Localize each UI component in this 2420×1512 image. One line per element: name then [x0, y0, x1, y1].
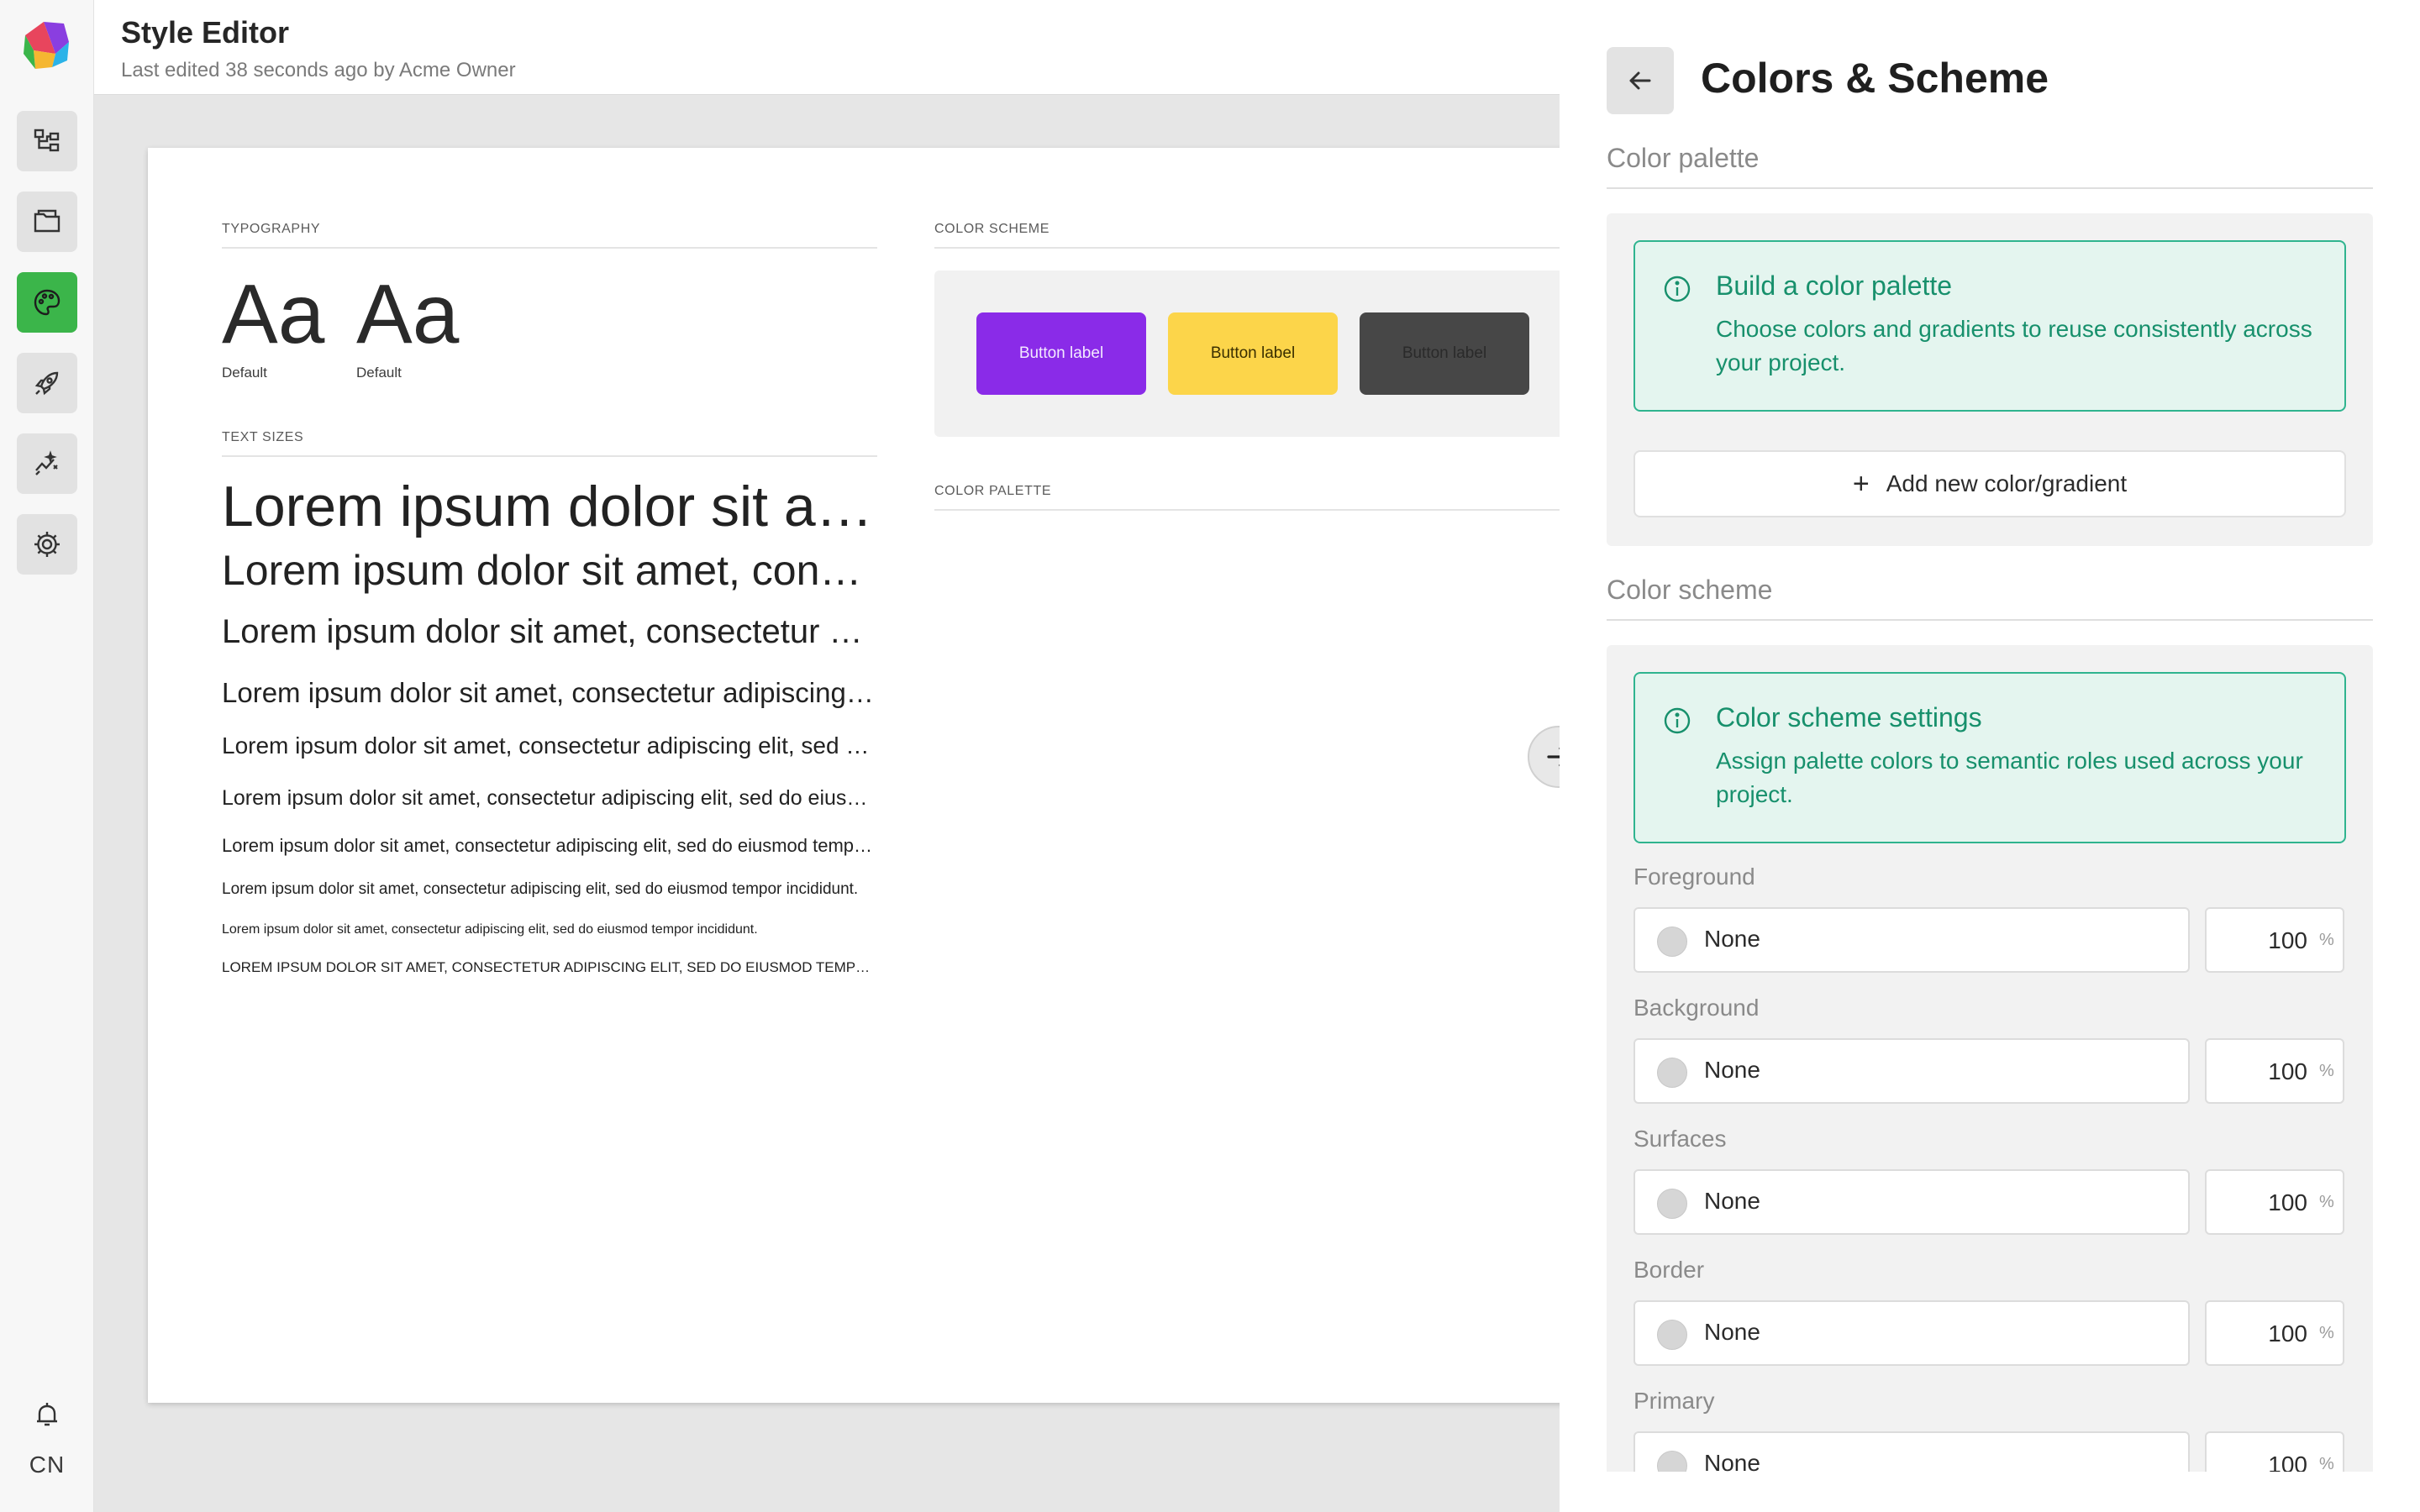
- percent-unit: %: [2319, 1062, 2334, 1080]
- background-opacity-input[interactable]: [2215, 1055, 2307, 1089]
- last-edited-text: Last edited 38 seconds ago by Acme Owner: [121, 59, 516, 81]
- back-button[interactable]: [1607, 47, 1674, 114]
- color-scheme-preview: Button label Button label Button label: [934, 270, 1573, 437]
- color-swatch-icon: [1657, 927, 1687, 957]
- text-size-sample-4[interactable]: Lorem ipsum dolor sit amet, consectetur …: [222, 677, 877, 709]
- text-sizes-label: TEXT SIZES: [222, 430, 877, 457]
- style-preview-canvas: TYPOGRAPHY Aa Default Aa Default TEXT SI…: [148, 148, 1573, 1403]
- surfaces-opacity-input[interactable]: [2215, 1186, 2307, 1220]
- scheme-info-box: Color scheme settings Assign palette col…: [1634, 672, 2346, 843]
- sitemap-button[interactable]: [17, 111, 77, 171]
- foreground-label: Foreground: [1634, 864, 1755, 890]
- border-opacity-field[interactable]: %: [2205, 1300, 2344, 1366]
- typography-label: TYPOGRAPHY: [222, 222, 877, 249]
- user-avatar[interactable]: CN: [0, 1452, 94, 1478]
- background-opacity-field[interactable]: %: [2205, 1038, 2344, 1104]
- text-size-sample-3[interactable]: Lorem ipsum dolor sit amet, consectetur …: [222, 613, 877, 651]
- panel-bottom-edge: [1560, 1472, 2420, 1512]
- pages-button[interactable]: [17, 192, 77, 252]
- color-swatch-icon: [1657, 1320, 1687, 1350]
- body-font-caption: Default: [356, 365, 402, 381]
- info-icon: [1664, 707, 1691, 734]
- border-label: Border: [1634, 1257, 1705, 1283]
- bell-icon[interactable]: [32, 1399, 62, 1430]
- styles-button[interactable]: [17, 272, 77, 333]
- pages-icon: [34, 209, 60, 233]
- tertiary-button-sample[interactable]: Button label: [1360, 312, 1529, 395]
- color-scheme-section-title: Color scheme: [1607, 575, 2373, 621]
- editor-header: Style Editor Last edited 38 seconds ago …: [94, 0, 1560, 95]
- foreground-color-select[interactable]: None: [1634, 907, 2190, 973]
- rocket-icon: [34, 371, 59, 396]
- percent-unit: %: [2319, 931, 2334, 949]
- gear-icon: [34, 532, 60, 557]
- arrow-left-icon: [1629, 71, 1651, 90]
- secondary-button-sample[interactable]: Button label: [1168, 312, 1338, 395]
- panel-title: Colors & Scheme: [1701, 55, 2049, 102]
- heading-font-sample[interactable]: Aa: [222, 272, 324, 356]
- palette-info-box: Build a color palette Choose colors and …: [1634, 240, 2346, 412]
- scheme-info-title: Color scheme settings: [1716, 702, 1982, 732]
- heading-font-caption: Default: [222, 365, 267, 381]
- page-title: Style Editor: [121, 15, 290, 50]
- text-size-sample-7[interactable]: Lorem ipsum dolor sit amet, consectetur …: [222, 835, 877, 857]
- text-size-sample-8[interactable]: Lorem ipsum dolor sit amet, consectetur …: [222, 880, 877, 899]
- plus-icon: +: [1852, 468, 1870, 500]
- settings-button[interactable]: [17, 514, 77, 575]
- scheme-info-body: Assign palette colors to semantic roles …: [1716, 748, 2303, 807]
- foreground-opacity-input[interactable]: [2215, 924, 2307, 958]
- border-color-select[interactable]: None: [1634, 1300, 2190, 1366]
- surfaces-opacity-field[interactable]: %: [2205, 1169, 2344, 1235]
- text-size-sample-9[interactable]: Lorem ipsum dolor sit amet, consectetur …: [222, 922, 877, 937]
- text-size-sample-1[interactable]: Lorem ipsum dolor sit amet, consectetur …: [222, 474, 877, 539]
- text-size-sample-5[interactable]: Lorem ipsum dolor sit amet, consectetur …: [222, 732, 877, 759]
- text-size-sample-caps[interactable]: LOREM IPSUM DOLOR SIT AMET, CONSECTETUR …: [222, 959, 877, 976]
- color-swatch-icon: [1657, 1058, 1687, 1088]
- surfaces-label: Surfaces: [1634, 1126, 1727, 1152]
- color-swatch-icon: [1657, 1189, 1687, 1219]
- palette-info-title: Build a color palette: [1716, 270, 1953, 301]
- colors-scheme-panel: Colors & Scheme Color palette Build a co…: [1560, 0, 2420, 1512]
- text-size-sample-6[interactable]: Lorem ipsum dolor sit amet, consectetur …: [222, 786, 877, 811]
- color-palette-card: Build a color palette Choose colors and …: [1607, 213, 2373, 546]
- add-color-label: Add new color/gradient: [1886, 470, 2128, 496]
- foreground-opacity-field[interactable]: %: [2205, 907, 2344, 973]
- text-size-sample-2[interactable]: Lorem ipsum dolor sit amet, consectetur …: [222, 546, 877, 595]
- color-scheme-label: COLOR SCHEME: [934, 222, 1573, 249]
- surfaces-color-select[interactable]: None: [1634, 1169, 2190, 1235]
- palette-info-body: Choose colors and gradients to reuse con…: [1716, 316, 2312, 375]
- palette-icon: [34, 289, 60, 316]
- app-logo-icon[interactable]: [18, 17, 76, 74]
- analytics-icon: [35, 450, 58, 475]
- border-value: None: [1704, 1319, 1760, 1345]
- sitemap-icon: [34, 129, 60, 152]
- border-opacity-input[interactable]: [2215, 1317, 2307, 1351]
- primary-button-sample[interactable]: Button label: [976, 312, 1146, 395]
- percent-unit: %: [2319, 1193, 2334, 1211]
- background-color-select[interactable]: None: [1634, 1038, 2190, 1104]
- background-label: Background: [1634, 995, 1760, 1021]
- body-font-sample[interactable]: Aa: [356, 272, 459, 356]
- surfaces-value: None: [1704, 1188, 1760, 1214]
- color-palette-section-title: Color palette: [1607, 143, 2373, 189]
- background-value: None: [1704, 1057, 1760, 1083]
- primary-label: Primary: [1634, 1388, 1715, 1414]
- foreground-value: None: [1704, 926, 1760, 952]
- percent-unit: %: [2319, 1324, 2334, 1342]
- left-rail: CN: [0, 0, 94, 1512]
- info-icon: [1664, 276, 1691, 302]
- analytics-button[interactable]: [17, 433, 77, 494]
- publish-button[interactable]: [17, 353, 77, 413]
- color-palette-label: COLOR PALETTE: [934, 484, 1573, 511]
- add-color-button[interactable]: + Add new color/gradient: [1634, 450, 2346, 517]
